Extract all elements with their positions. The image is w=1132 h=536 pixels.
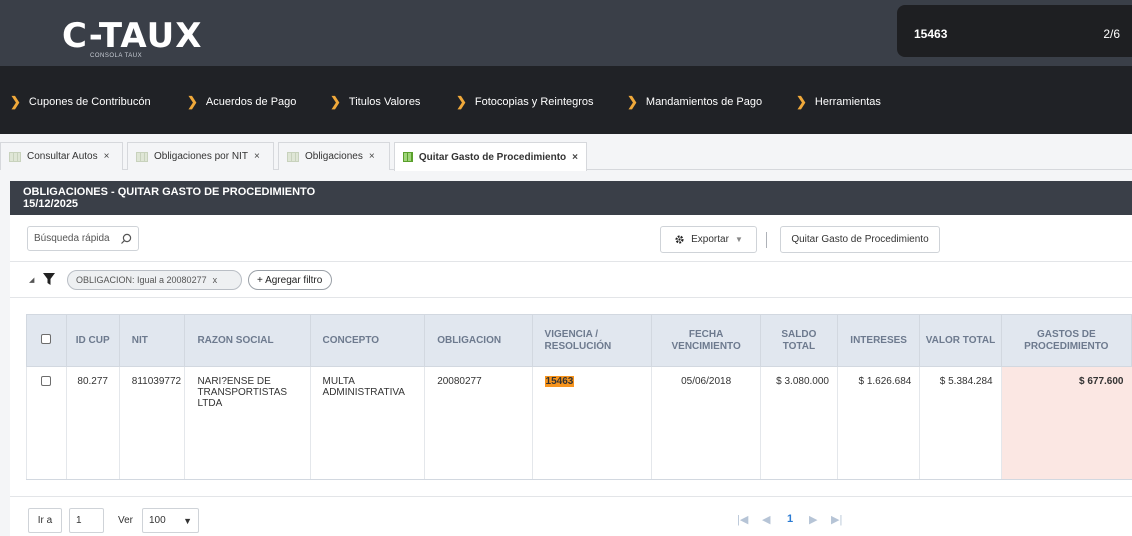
menu-item-acuerdos[interactable]: ❯ Acuerdos de Pago [187,94,296,110]
gear-icon [675,235,684,244]
last-page-icon[interactable]: ▶| [831,513,842,526]
find-in-page-box[interactable]: 15463 2/6 [897,5,1132,57]
menu-arrow-icon: ❯ [456,94,467,109]
col-header-fecha-vencimiento[interactable]: FECHA VENCIMIENTO [651,314,761,367]
col-header-concepto[interactable]: CONCEPTO [309,314,426,367]
menu-arrow-icon: ❯ [187,94,198,109]
search-icon [121,233,132,244]
tab-consultar-autos[interactable]: Consultar Autos × [0,142,123,170]
remove-filter-icon[interactable]: x [213,275,218,285]
table-header-row: ID CUP NIT RAZON SOCIAL CONCEPTO OBLIGAC… [26,314,1132,367]
menu-arrow-icon: ❯ [796,94,807,109]
select-all-cell[interactable] [26,314,67,367]
menu-item-fotocopias[interactable]: ❯ Fotocopias y Reintegros [456,94,594,110]
next-page-icon[interactable]: ▶ [809,513,817,526]
first-page-icon[interactable]: |◀ [737,513,748,526]
current-page[interactable]: 1 [787,513,793,525]
col-header-obligacion[interactable]: OBLIGACION [424,314,533,367]
menu-item-herramientas[interactable]: ❯ Herramientas [796,94,881,110]
cell-concepto: MULTA ADMINISTRATIVA [309,366,425,480]
cell-valor-total: $ 5.384.284 [919,366,1002,480]
tab-bar: Consultar Autos × Obligaciones por NIT × O… [0,134,1132,171]
cell-intereses: $ 1.626.684 [836,366,920,480]
menu-arrow-icon: ❯ [330,94,341,109]
chevron-down-icon: ▼ [734,235,743,244]
find-match-count: 2/6 [1103,27,1120,41]
col-header-gastos[interactable]: GASTOS DE PROCEDIMIENTO [1000,314,1132,367]
tab-quitar-gasto[interactable]: Quitar Gasto de Procedimiento × [394,142,587,171]
grid-icon [403,152,413,162]
cell-vigencia: 15463 [531,366,652,480]
col-header-saldo-total[interactable]: SALDO TOTAL [759,314,838,367]
col-header-razon-social[interactable]: RAZON SOCIAL [184,314,311,367]
app-logo: C-TAUX [62,16,203,56]
pagination-bar: Ir a 1 Ver 100 ▼ |◀ ◀ 1 ▶ ▶| [10,496,1132,536]
menu-item-mandamientos[interactable]: ❯ Mandamientos de Pago [627,94,762,110]
col-header-id-cup[interactable]: ID CUP [65,314,120,367]
close-icon[interactable]: × [254,151,260,162]
col-header-intereses[interactable]: INTERESES [836,314,921,367]
top-bar: C-TAUX CONSOLA TAUX 15463 2/6 [0,0,1132,66]
grid-icon [9,151,21,162]
page-size-select[interactable]: 100 ▼ [142,508,199,533]
prev-page-icon[interactable]: ◀ [762,513,770,526]
main-menu: ❯ Cupones de Contribucón ❯ Acuerdos de Pag… [0,66,1132,134]
toolbar-divider [766,232,767,248]
app-logo-subtitle: CONSOLA TAUX [90,53,143,59]
menu-arrow-icon: ❯ [627,94,638,109]
grid-toolbar: Búsqueda rápida Exportar ▼ Quitar Gasto … [10,215,1132,262]
panel-header: OBLIGACIONES - QUITAR GASTO DE PROCEDIMI… [10,181,1132,215]
menu-item-titulos[interactable]: ❯ Titulos Valores [330,94,420,110]
add-filter-button[interactable]: + Agregar filtro [248,270,332,290]
cell-razon-social: NARI?ENSE DE TRANSPORTISTAS LTDA [184,366,311,480]
view-label: Ver [118,515,134,526]
grid-icon [136,151,148,162]
cell-id-cup: 80.277 [65,366,120,480]
find-query[interactable]: 15463 [914,27,947,41]
tab-obligaciones[interactable]: Obligaciones × [278,142,390,170]
page-number-input[interactable]: 1 [69,508,104,533]
search-highlight: 15463 [544,376,575,387]
select-all-checkbox[interactable] [41,333,52,344]
filter-bar: ◢ OBLIGACION: Igual a 20080277 x + Agreg… [10,262,1132,298]
row-select-cell[interactable] [26,366,67,480]
page-date: 15/12/2025 [23,198,79,210]
col-header-valor-total[interactable]: VALOR TOTAL [919,314,1002,367]
page-title: OBLIGACIONES - QUITAR GASTO DE PROCEDIMI… [23,186,316,198]
filter-icon[interactable] [43,273,55,286]
col-header-nit[interactable]: NIT [118,314,186,367]
quick-search-input[interactable]: Búsqueda rápida [27,226,139,251]
cell-obligacion: 20080277 [424,366,533,480]
chevron-down-icon: ▼ [183,515,192,526]
obligaciones-table: ID CUP NIT RAZON SOCIAL CONCEPTO OBLIGAC… [26,314,1132,480]
tab-obligaciones-nit[interactable]: Obligaciones por NIT × [127,142,274,170]
grid-icon [287,151,299,162]
close-icon[interactable]: × [104,151,110,162]
cell-gastos: $ 677.600 [1000,366,1132,480]
goto-button[interactable]: Ir a [28,508,62,533]
data-grid: ID CUP NIT RAZON SOCIAL CONCEPTO OBLIGAC… [10,298,1132,496]
export-button[interactable]: Exportar ▼ [660,226,757,253]
menu-item-cupones[interactable]: ❯ Cupones de Contribucón [10,94,151,110]
cell-saldo-total: $ 3.080.000 [759,366,838,480]
cell-nit: 811039772 [118,366,185,480]
menu-arrow-icon: ❯ [10,94,21,109]
table-row[interactable]: 80.277 811039772 NARI?ENSE DE TRANSPORTI… [26,366,1132,480]
row-checkbox[interactable] [41,376,52,386]
col-header-vigencia[interactable]: VIGENCIA / RESOLUCIÓN [531,314,653,367]
filter-chip[interactable]: OBLIGACION: Igual a 20080277 x [67,270,242,290]
cell-fecha-vencimiento: 05/06/2018 [651,366,761,480]
close-icon[interactable]: × [572,152,578,163]
quitar-gasto-button[interactable]: Quitar Gasto de Procedimiento [780,226,940,253]
close-icon[interactable]: × [369,151,375,162]
collapse-triangle-icon[interactable]: ◢ [29,276,34,284]
